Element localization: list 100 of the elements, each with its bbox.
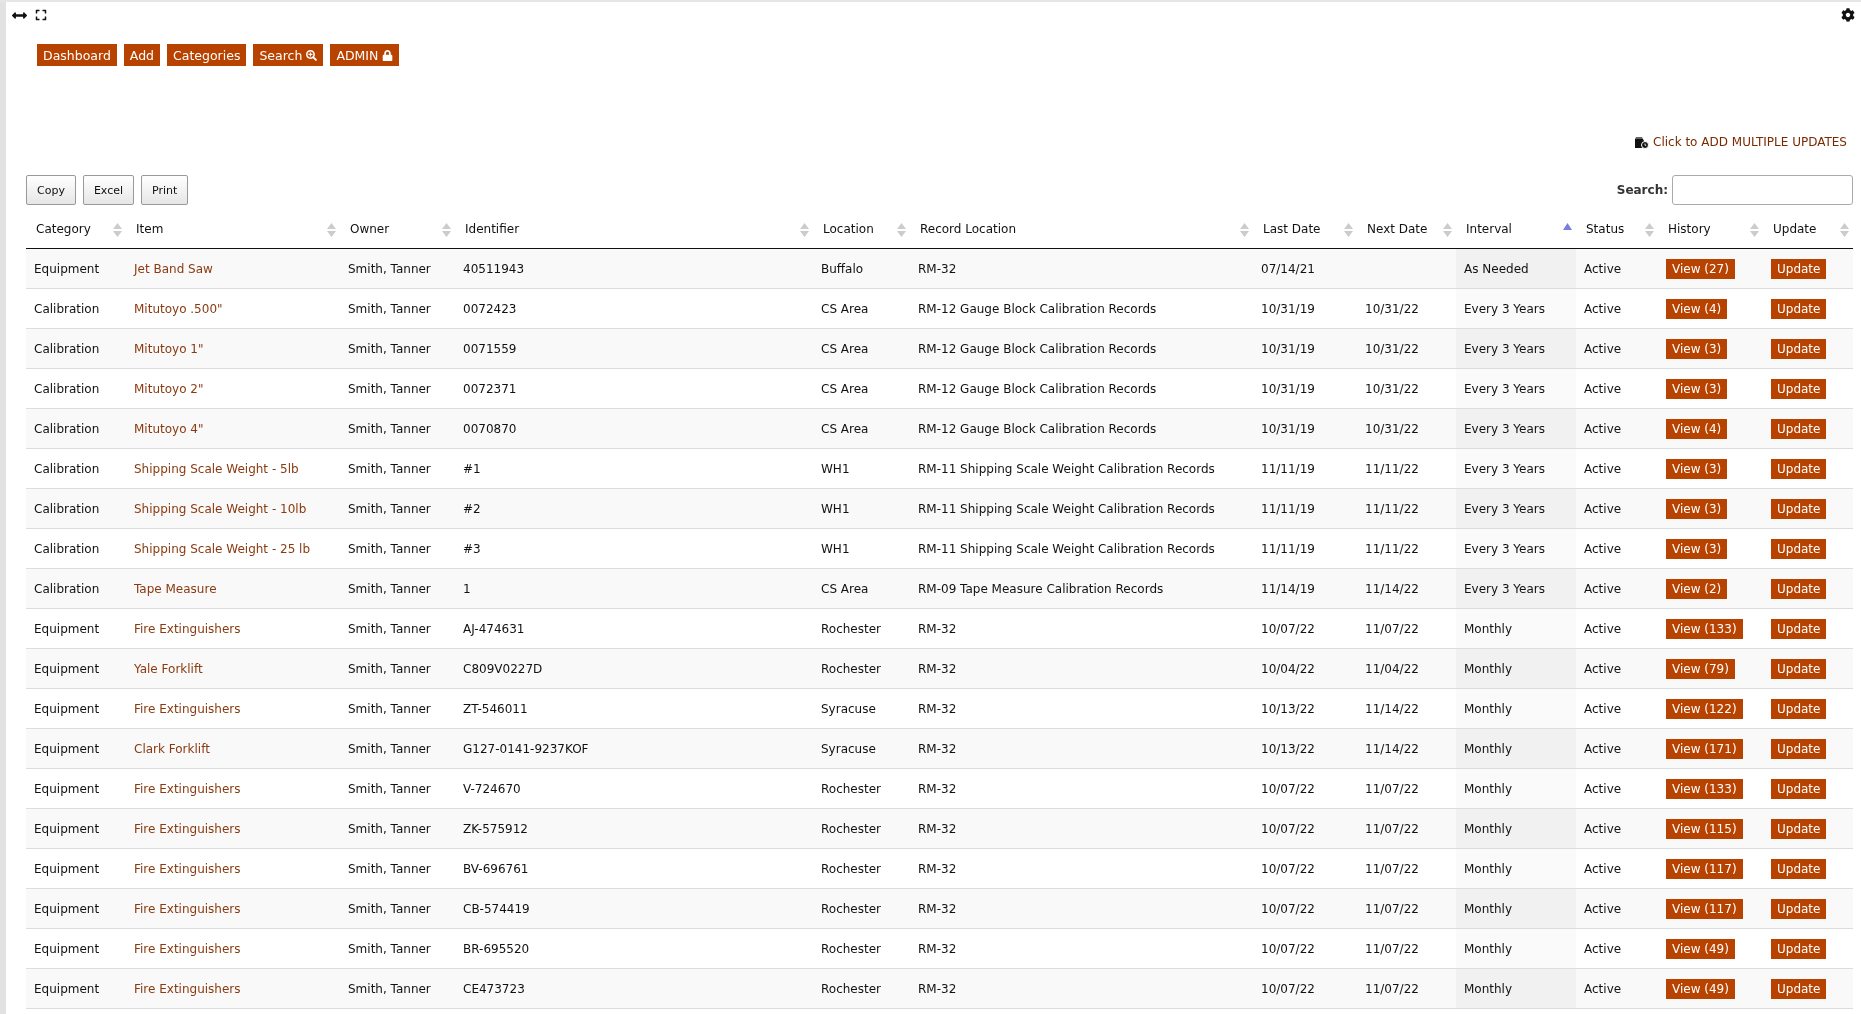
view-history-button[interactable]: View (3) bbox=[1666, 538, 1728, 559]
nav-button[interactable]: Search bbox=[253, 44, 324, 66]
column-header[interactable]: History bbox=[1668, 222, 1711, 236]
item-link[interactable]: Jet Band Saw bbox=[134, 261, 213, 276]
view-history-button[interactable]: View (3) bbox=[1666, 498, 1728, 519]
table-cell: RM-32 bbox=[918, 861, 957, 876]
column-header[interactable]: Record Location bbox=[920, 222, 1017, 236]
table-cell: Smith, Tanner bbox=[348, 741, 431, 756]
item-link[interactable]: Fire Extinguishers bbox=[134, 621, 241, 636]
item-link[interactable]: Clark Forklift bbox=[134, 741, 210, 756]
item-link[interactable]: Mitutoyo 2" bbox=[134, 381, 204, 396]
update-button[interactable]: Update bbox=[1771, 538, 1827, 559]
table-cell: 10/07/22 bbox=[1261, 861, 1315, 876]
item-link[interactable]: Fire Extinguishers bbox=[134, 901, 241, 916]
view-history-button[interactable]: View (49) bbox=[1666, 938, 1735, 959]
table-cell: Active bbox=[1584, 541, 1622, 556]
item-link[interactable]: Fire Extinguishers bbox=[134, 861, 241, 876]
column-header[interactable]: Status bbox=[1586, 222, 1625, 236]
update-button[interactable]: Update bbox=[1771, 298, 1827, 319]
view-history-button[interactable]: View (27) bbox=[1666, 258, 1735, 279]
update-button[interactable]: Update bbox=[1771, 658, 1827, 679]
table-cell: 11/07/22 bbox=[1365, 621, 1419, 636]
item-link[interactable]: Yale Forklift bbox=[134, 661, 203, 676]
column-header[interactable]: Interval bbox=[1466, 222, 1512, 236]
table-cell: 10/07/22 bbox=[1261, 781, 1315, 796]
view-history-button[interactable]: View (117) bbox=[1666, 858, 1743, 879]
item-link[interactable]: Fire Extinguishers bbox=[134, 941, 241, 956]
view-history-button[interactable]: View (4) bbox=[1666, 418, 1728, 439]
table-cell: AJ-474631 bbox=[463, 621, 525, 636]
update-button[interactable]: Update bbox=[1771, 978, 1827, 999]
update-button[interactable]: Update bbox=[1771, 898, 1827, 919]
update-button[interactable]: Update bbox=[1771, 458, 1827, 479]
view-history-button[interactable]: View (3) bbox=[1666, 338, 1728, 359]
update-button[interactable]: Update bbox=[1771, 578, 1827, 599]
item-link[interactable]: Shipping Scale Weight - 5lb bbox=[134, 461, 299, 476]
update-button[interactable]: Update bbox=[1771, 418, 1827, 439]
export-button[interactable]: Excel bbox=[82, 175, 135, 205]
view-history-button[interactable]: View (133) bbox=[1666, 778, 1743, 799]
table-cell: Rochester bbox=[821, 781, 881, 796]
search-field[interactable] bbox=[1672, 175, 1853, 205]
table-cell: Syracuse bbox=[821, 741, 876, 756]
update-button[interactable]: Update bbox=[1771, 618, 1827, 639]
table-cell: CB-574419 bbox=[463, 901, 530, 916]
table-cell: 11/11/19 bbox=[1261, 501, 1315, 516]
item-link[interactable]: Fire Extinguishers bbox=[134, 981, 241, 996]
table-cell: Smith, Tanner bbox=[348, 901, 431, 916]
table-cell: Smith, Tanner bbox=[348, 261, 431, 276]
column-header[interactable]: Item bbox=[136, 222, 164, 236]
view-history-button[interactable]: View (79) bbox=[1666, 658, 1735, 679]
item-link[interactable]: Fire Extinguishers bbox=[134, 701, 241, 716]
item-link[interactable]: Shipping Scale Weight - 25 lb bbox=[134, 541, 311, 556]
update-button[interactable]: Update bbox=[1771, 378, 1827, 399]
view-history-button[interactable]: View (133) bbox=[1666, 618, 1743, 639]
update-button[interactable]: Update bbox=[1771, 858, 1827, 879]
column-header[interactable]: Update bbox=[1773, 222, 1817, 236]
item-link[interactable]: Fire Extinguishers bbox=[134, 821, 241, 836]
table-cell: Active bbox=[1584, 461, 1622, 476]
view-history-button[interactable]: View (2) bbox=[1666, 578, 1728, 599]
update-button[interactable]: Update bbox=[1771, 778, 1827, 799]
column-header[interactable]: Category bbox=[36, 222, 91, 236]
settings-icon[interactable] bbox=[1841, 8, 1855, 22]
update-button[interactable]: Update bbox=[1771, 498, 1827, 519]
add-multiple-updates-link[interactable]: Click to ADD MULTIPLE UPDATES bbox=[1634, 135, 1847, 149]
nav-button[interactable]: Categories bbox=[167, 44, 247, 66]
view-history-button[interactable]: View (115) bbox=[1666, 818, 1743, 839]
update-button[interactable]: Update bbox=[1771, 258, 1827, 279]
table-cell: As Needed bbox=[1464, 261, 1529, 276]
view-history-button[interactable]: View (122) bbox=[1666, 698, 1743, 719]
table-cell: 10/07/22 bbox=[1261, 621, 1315, 636]
item-link[interactable]: Mitutoyo .500" bbox=[134, 301, 223, 316]
view-history-button[interactable]: View (49) bbox=[1666, 978, 1735, 999]
export-button[interactable]: Copy bbox=[26, 175, 76, 205]
item-link[interactable]: Tape Measure bbox=[134, 581, 217, 596]
item-link[interactable]: Shipping Scale Weight - 10lb bbox=[134, 501, 307, 516]
fullscreen-icon[interactable] bbox=[35, 9, 47, 21]
export-button[interactable]: Print bbox=[141, 175, 189, 205]
table-cell: Active bbox=[1584, 581, 1622, 596]
nav-button[interactable]: Dashboard bbox=[37, 44, 117, 66]
update-button[interactable]: Update bbox=[1771, 698, 1827, 719]
nav-button[interactable]: Add bbox=[123, 44, 161, 66]
view-history-button[interactable]: View (4) bbox=[1666, 298, 1728, 319]
update-button[interactable]: Update bbox=[1771, 818, 1827, 839]
column-header[interactable]: Last Date bbox=[1263, 222, 1321, 236]
column-header[interactable]: Next Date bbox=[1367, 222, 1428, 236]
update-button[interactable]: Update bbox=[1771, 338, 1827, 359]
table-cell: 40511943 bbox=[463, 261, 525, 276]
item-link[interactable]: Mitutoyo 1" bbox=[134, 341, 204, 356]
view-history-button[interactable]: View (3) bbox=[1666, 378, 1728, 399]
table-cell: #3 bbox=[463, 541, 481, 556]
item-link[interactable]: Fire Extinguishers bbox=[134, 781, 241, 796]
item-link[interactable]: Mitutoyo 4" bbox=[134, 421, 204, 436]
nav-button[interactable]: ADMIN bbox=[330, 44, 400, 66]
update-button[interactable]: Update bbox=[1771, 738, 1827, 759]
column-header[interactable]: Owner bbox=[350, 222, 390, 236]
view-history-button[interactable]: View (171) bbox=[1666, 738, 1743, 759]
update-button[interactable]: Update bbox=[1771, 938, 1827, 959]
view-history-button[interactable]: View (3) bbox=[1666, 458, 1728, 479]
column-header[interactable]: Location bbox=[823, 222, 874, 236]
column-header[interactable]: Identifier bbox=[465, 222, 520, 236]
view-history-button[interactable]: View (117) bbox=[1666, 898, 1743, 919]
